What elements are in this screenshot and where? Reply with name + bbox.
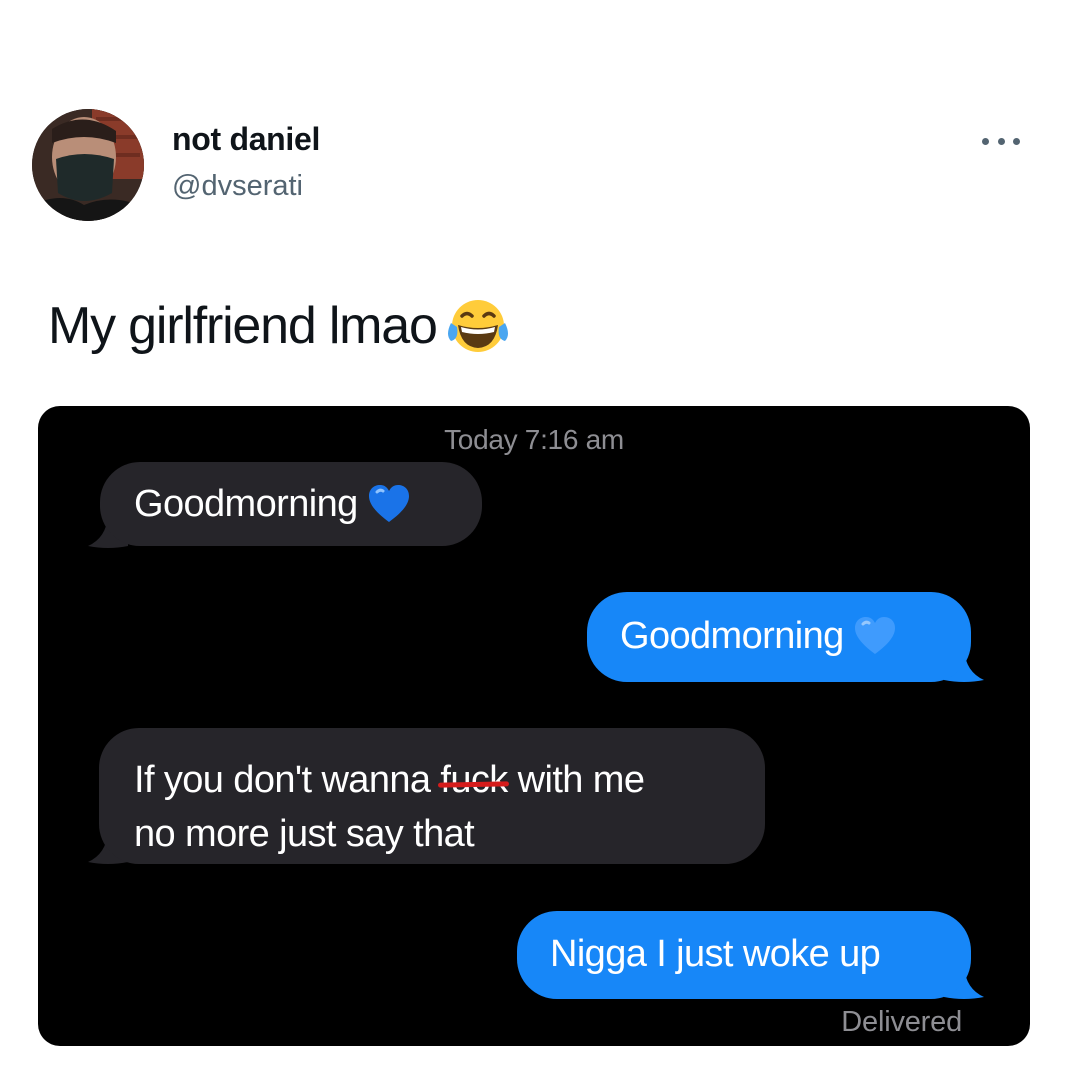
message-line: If you don't wanna fuck with me	[134, 753, 765, 807]
face-with-tears-of-joy-icon	[447, 300, 508, 352]
message-bubble-received: Goodmorning	[100, 462, 482, 546]
tweet-text: My girlfriend lmao	[48, 296, 511, 356]
message-timestamp: Today 7:16 am	[444, 424, 624, 455]
tweet-text-content: My girlfriend lmao	[48, 297, 438, 355]
more-dot	[1013, 137, 1020, 145]
tweet-media-image[interactable]: Today 7:16 am Goodmorning Goodmorning If…	[38, 406, 1030, 1046]
blue-heart-icon	[368, 485, 409, 522]
more-dot	[997, 137, 1005, 145]
blue-heart-icon	[854, 617, 895, 654]
more-dot	[982, 137, 989, 145]
avatar[interactable]	[32, 109, 144, 221]
message-bubble-sent: Nigga I just woke up	[517, 911, 971, 999]
message-line: no more just say that	[134, 813, 475, 855]
message-bubble-sent: Goodmorning	[587, 592, 971, 682]
message-bubble-received: If you don't wanna fuck with me no more …	[99, 728, 765, 864]
message-text: with me	[507, 759, 645, 801]
message-text: Goodmorning	[620, 615, 844, 657]
more-icon[interactable]	[980, 126, 1022, 156]
author-handle[interactable]: @dvserati	[172, 170, 303, 203]
profile-photo	[32, 109, 144, 221]
message-text: Nigga I just woke up	[550, 933, 881, 975]
redacted-word: fuck	[440, 753, 508, 807]
message-text: If you don't wanna	[134, 759, 441, 801]
message-text: Goodmorning	[134, 483, 358, 525]
delivery-status: Delivered	[841, 1006, 962, 1038]
author-display-name[interactable]: not daniel	[172, 121, 320, 158]
